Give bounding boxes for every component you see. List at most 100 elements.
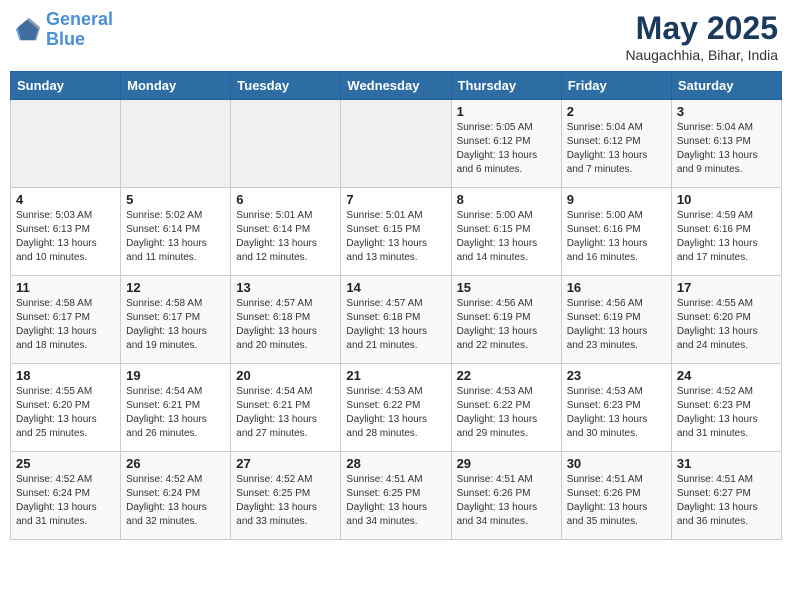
calendar-cell: 20 Sunrise: 4:54 AM Sunset: 6:21 PM Dayli… bbox=[231, 364, 341, 452]
weekday-header-thursday: Thursday bbox=[451, 72, 561, 100]
day-info: Sunrise: 4:53 AM Sunset: 6:22 PM Dayligh… bbox=[346, 385, 445, 441]
calendar-cell: 7Sunrise: 5:01 AM Sunset: 6:15 PM Daylig… bbox=[341, 188, 451, 276]
calendar-week-1: 1 Sunrise: 5:05 AM Sunset: 6:12 PM Daylig… bbox=[11, 100, 782, 188]
weekday-header-saturday: Saturday bbox=[671, 72, 781, 100]
day-number: 29 bbox=[457, 456, 556, 471]
calendar-table: SundayMondayTuesdayWednesdayThursdayFrid… bbox=[10, 71, 782, 540]
day-number: 12 bbox=[126, 280, 225, 295]
calendar-week-2: 4 Sunrise: 5:03 AM Sunset: 6:13 PM Daylig… bbox=[11, 188, 782, 276]
day-info: Sunrise: 4:54 AM Sunset: 6:21 PM Dayligh… bbox=[236, 385, 335, 441]
weekday-header-tuesday: Tuesday bbox=[231, 72, 341, 100]
day-number: 23 bbox=[567, 368, 666, 383]
day-info: Sunrise: 4:51 AM Sunset: 6:25 PM Dayligh… bbox=[346, 473, 445, 529]
day-info: Sunrise: 5:05 AM Sunset: 6:12 PM Dayligh… bbox=[457, 121, 556, 177]
day-number: 9 bbox=[567, 192, 666, 207]
calendar-cell: 9Sunrise: 5:00 AM Sunset: 6:16 PM Daylig… bbox=[561, 188, 671, 276]
day-number: 27 bbox=[236, 456, 335, 471]
calendar-cell: 21 Sunrise: 4:53 AM Sunset: 6:22 PM Dayli… bbox=[341, 364, 451, 452]
day-info: Sunrise: 5:01 AM Sunset: 6:14 PM Dayligh… bbox=[236, 209, 335, 265]
calendar-cell: 31Sunrise: 4:51 AM Sunset: 6:27 PM Dayli… bbox=[671, 452, 781, 540]
day-number: 22 bbox=[457, 368, 556, 383]
calendar-cell: 3 Sunrise: 5:04 AM Sunset: 6:13 PM Daylig… bbox=[671, 100, 781, 188]
day-number: 11 bbox=[16, 280, 115, 295]
day-number: 19 bbox=[126, 368, 225, 383]
day-info: Sunrise: 4:53 AM Sunset: 6:22 PM Dayligh… bbox=[457, 385, 556, 441]
day-info: Sunrise: 4:56 AM Sunset: 6:19 PM Dayligh… bbox=[457, 297, 556, 353]
calendar-cell: 19 Sunrise: 4:54 AM Sunset: 6:21 PM Dayli… bbox=[121, 364, 231, 452]
calendar-week-3: 11 Sunrise: 4:58 AM Sunset: 6:17 PM Dayli… bbox=[11, 276, 782, 364]
calendar-cell: 30 Sunrise: 4:51 AM Sunset: 6:26 PM Dayli… bbox=[561, 452, 671, 540]
calendar-cell bbox=[341, 100, 451, 188]
day-number: 25 bbox=[16, 456, 115, 471]
day-number: 2 bbox=[567, 104, 666, 119]
day-number: 28 bbox=[346, 456, 445, 471]
calendar-cell: 6 Sunrise: 5:01 AM Sunset: 6:14 PM Daylig… bbox=[231, 188, 341, 276]
calendar-cell: 1 Sunrise: 5:05 AM Sunset: 6:12 PM Daylig… bbox=[451, 100, 561, 188]
calendar-cell: 14 Sunrise: 4:57 AM Sunset: 6:18 PM Dayli… bbox=[341, 276, 451, 364]
calendar-cell: 15 Sunrise: 4:56 AM Sunset: 6:19 PM Dayli… bbox=[451, 276, 561, 364]
day-number: 13 bbox=[236, 280, 335, 295]
day-number: 8 bbox=[457, 192, 556, 207]
calendar-cell: 13 Sunrise: 4:57 AM Sunset: 6:18 PM Dayli… bbox=[231, 276, 341, 364]
day-info: Sunrise: 5:00 AM Sunset: 6:15 PM Dayligh… bbox=[457, 209, 556, 265]
day-number: 18 bbox=[16, 368, 115, 383]
day-number: 10 bbox=[677, 192, 776, 207]
calendar-cell: 8 Sunrise: 5:00 AM Sunset: 6:15 PM Daylig… bbox=[451, 188, 561, 276]
day-info: Sunrise: 4:51 AM Sunset: 6:26 PM Dayligh… bbox=[457, 473, 556, 529]
day-number: 20 bbox=[236, 368, 335, 383]
day-number: 26 bbox=[126, 456, 225, 471]
calendar-cell bbox=[11, 100, 121, 188]
calendar-cell: 18 Sunrise: 4:55 AM Sunset: 6:20 PM Dayli… bbox=[11, 364, 121, 452]
day-number: 21 bbox=[346, 368, 445, 383]
calendar-cell: 4 Sunrise: 5:03 AM Sunset: 6:13 PM Daylig… bbox=[11, 188, 121, 276]
day-info: Sunrise: 4:52 AM Sunset: 6:24 PM Dayligh… bbox=[16, 473, 115, 529]
day-info: Sunrise: 4:55 AM Sunset: 6:20 PM Dayligh… bbox=[16, 385, 115, 441]
calendar-week-4: 18 Sunrise: 4:55 AM Sunset: 6:20 PM Dayli… bbox=[11, 364, 782, 452]
day-info: Sunrise: 4:51 AM Sunset: 6:27 PM Dayligh… bbox=[677, 473, 776, 529]
day-info: Sunrise: 5:02 AM Sunset: 6:14 PM Dayligh… bbox=[126, 209, 225, 265]
calendar-cell: 22 Sunrise: 4:53 AM Sunset: 6:22 PM Dayli… bbox=[451, 364, 561, 452]
day-number: 14 bbox=[346, 280, 445, 295]
day-info: Sunrise: 4:52 AM Sunset: 6:23 PM Dayligh… bbox=[677, 385, 776, 441]
day-number: 1 bbox=[457, 104, 556, 119]
day-number: 5 bbox=[126, 192, 225, 207]
day-info: Sunrise: 5:03 AM Sunset: 6:13 PM Dayligh… bbox=[16, 209, 115, 265]
logo-icon bbox=[14, 16, 42, 44]
day-number: 6 bbox=[236, 192, 335, 207]
calendar-cell: 11Sunrise: 4:58 AM Sunset: 6:17 PM Dayli… bbox=[11, 276, 121, 364]
weekday-header-sunday: Sunday bbox=[11, 72, 121, 100]
calendar-cell: 17Sunrise: 4:55 AM Sunset: 6:20 PM Dayli… bbox=[671, 276, 781, 364]
day-info: Sunrise: 4:57 AM Sunset: 6:18 PM Dayligh… bbox=[236, 297, 335, 353]
day-number: 4 bbox=[16, 192, 115, 207]
logo-text: General Blue bbox=[46, 10, 113, 50]
day-info: Sunrise: 5:04 AM Sunset: 6:12 PM Dayligh… bbox=[567, 121, 666, 177]
calendar-cell: 25 Sunrise: 4:52 AM Sunset: 6:24 PM Dayli… bbox=[11, 452, 121, 540]
location-subtitle: Naugachhia, Bihar, India bbox=[625, 47, 778, 63]
day-info: Sunrise: 4:57 AM Sunset: 6:18 PM Dayligh… bbox=[346, 297, 445, 353]
calendar-cell: 28 Sunrise: 4:51 AM Sunset: 6:25 PM Dayli… bbox=[341, 452, 451, 540]
weekday-header-wednesday: Wednesday bbox=[341, 72, 451, 100]
day-number: 3 bbox=[677, 104, 776, 119]
calendar-cell: 24Sunrise: 4:52 AM Sunset: 6:23 PM Dayli… bbox=[671, 364, 781, 452]
calendar-cell bbox=[121, 100, 231, 188]
day-info: Sunrise: 4:55 AM Sunset: 6:20 PM Dayligh… bbox=[677, 297, 776, 353]
day-number: 15 bbox=[457, 280, 556, 295]
day-info: Sunrise: 4:51 AM Sunset: 6:26 PM Dayligh… bbox=[567, 473, 666, 529]
day-info: Sunrise: 4:58 AM Sunset: 6:17 PM Dayligh… bbox=[126, 297, 225, 353]
page-header: General Blue May 2025 Naugachhia, Bihar,… bbox=[10, 10, 782, 63]
day-info: Sunrise: 4:52 AM Sunset: 6:24 PM Dayligh… bbox=[126, 473, 225, 529]
calendar-cell: 12 Sunrise: 4:58 AM Sunset: 6:17 PM Dayli… bbox=[121, 276, 231, 364]
weekday-header-monday: Monday bbox=[121, 72, 231, 100]
day-info: Sunrise: 4:53 AM Sunset: 6:23 PM Dayligh… bbox=[567, 385, 666, 441]
day-info: Sunrise: 5:04 AM Sunset: 6:13 PM Dayligh… bbox=[677, 121, 776, 177]
day-info: Sunrise: 4:54 AM Sunset: 6:21 PM Dayligh… bbox=[126, 385, 225, 441]
day-number: 30 bbox=[567, 456, 666, 471]
calendar-cell: 16Sunrise: 4:56 AM Sunset: 6:19 PM Dayli… bbox=[561, 276, 671, 364]
title-block: May 2025 Naugachhia, Bihar, India bbox=[625, 10, 778, 63]
day-info: Sunrise: 5:01 AM Sunset: 6:15 PM Dayligh… bbox=[346, 209, 445, 265]
calendar-cell: 5 Sunrise: 5:02 AM Sunset: 6:14 PM Daylig… bbox=[121, 188, 231, 276]
calendar-cell: 10Sunrise: 4:59 AM Sunset: 6:16 PM Dayli… bbox=[671, 188, 781, 276]
calendar-cell: 23 Sunrise: 4:53 AM Sunset: 6:23 PM Dayli… bbox=[561, 364, 671, 452]
weekday-header-row: SundayMondayTuesdayWednesdayThursdayFrid… bbox=[11, 72, 782, 100]
calendar-cell: 26 Sunrise: 4:52 AM Sunset: 6:24 PM Dayli… bbox=[121, 452, 231, 540]
